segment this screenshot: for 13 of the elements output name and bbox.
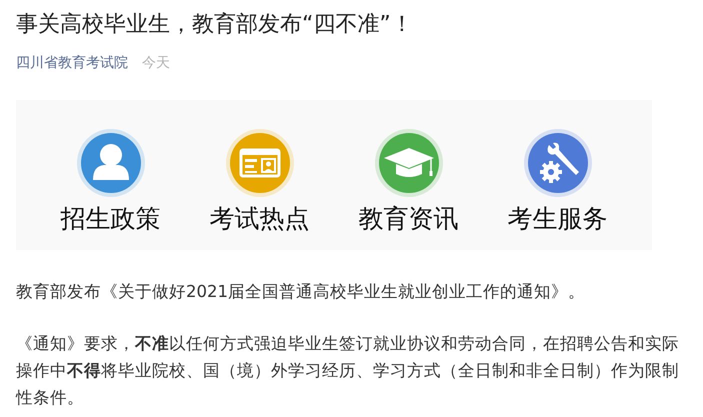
account-link[interactable]: 四川省教育考试院 bbox=[16, 54, 128, 72]
id-card-icon[interactable] bbox=[224, 128, 294, 198]
category-label[interactable]: 教育资讯 bbox=[358, 202, 458, 235]
graduation-cap-icon[interactable] bbox=[374, 128, 444, 198]
publish-time: 今天 bbox=[142, 54, 170, 72]
category-label[interactable]: 考试热点 bbox=[210, 202, 310, 235]
body-paragraph: 教育部发布《关于做好2021届全国普通高校毕业生就业创业工作的通知》。 bbox=[16, 281, 586, 303]
category-label[interactable]: 招生政策 bbox=[60, 202, 160, 235]
body-paragraph: 《通知》要求，不准以任何方式强迫毕业生签订就业协议和劳动合同，在招聘公告和实际操作中不得将毕业院校、国（境）外学习经历、学习方式（全日制和非全日制）作为限制性条件。 bbox=[16, 333, 680, 409]
tools-icon[interactable] bbox=[522, 128, 592, 198]
article-title: 事关高校毕业生，教育部发布“四不准”！ bbox=[16, 11, 413, 39]
category-label[interactable]: 考生服务 bbox=[508, 202, 608, 235]
person-icon[interactable] bbox=[76, 128, 146, 198]
